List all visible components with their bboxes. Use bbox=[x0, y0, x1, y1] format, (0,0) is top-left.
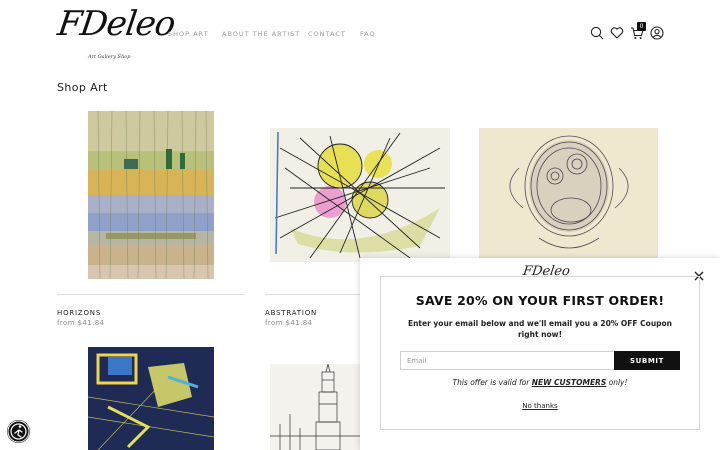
product-price-abstration: from $41.84 bbox=[265, 319, 313, 327]
product-image-horizons[interactable] bbox=[88, 111, 214, 279]
nav-contact[interactable]: CONTACT bbox=[308, 30, 346, 38]
popup-logo: FDeleo bbox=[521, 264, 571, 279]
nav-about-artist[interactable]: ABOUT THE ARTIST bbox=[222, 30, 300, 38]
product-price-horizons: from $41.84 bbox=[57, 319, 105, 327]
offer-prefix: This offer is valid for bbox=[452, 378, 532, 387]
divider bbox=[265, 294, 365, 295]
site-header: FDeleo Art Gallery Shop SHOP ART ABOUT T… bbox=[0, 0, 720, 68]
email-field[interactable] bbox=[400, 351, 615, 370]
product-image-monkey-sketch[interactable] bbox=[479, 128, 658, 262]
discount-popup: FDeleo SAVE 20% ON YOUR FIRST ORDER! Ent… bbox=[360, 258, 720, 450]
divider bbox=[57, 294, 245, 295]
cart-count-badge: 0 bbox=[637, 22, 646, 31]
heart-icon[interactable] bbox=[610, 26, 624, 40]
no-thanks-link[interactable]: No thanks bbox=[360, 402, 720, 410]
site-logo[interactable]: FDeleo Art Gallery Shop bbox=[55, 4, 177, 64]
popup-description: Enter your email below and we'll email y… bbox=[407, 319, 673, 339]
product-image-abstration[interactable] bbox=[270, 128, 450, 262]
nav-faq[interactable]: FAQ bbox=[360, 30, 376, 38]
search-icon[interactable] bbox=[590, 26, 604, 40]
product-name-horizons[interactable]: HORIZONS bbox=[57, 309, 101, 317]
logo-subtitle: Art Gallery Shop bbox=[88, 54, 131, 60]
nav-shop-art[interactable]: SHOP ART bbox=[168, 30, 209, 38]
offer-highlight: NEW CUSTOMERS bbox=[531, 378, 607, 387]
product-image-tower-sketch[interactable] bbox=[270, 364, 360, 450]
page-title: Shop Art bbox=[57, 81, 108, 94]
offer-suffix: only! bbox=[606, 378, 628, 387]
logo-script: FDeleo bbox=[55, 4, 178, 44]
product-name-abstration[interactable]: ABSTRATION bbox=[265, 309, 317, 317]
popup-headline: SAVE 20% ON YOUR FIRST ORDER! bbox=[415, 293, 665, 308]
user-icon[interactable] bbox=[650, 26, 664, 40]
accessibility-icon[interactable] bbox=[7, 420, 30, 443]
offer-note: This offer is valid for NEW CUSTOMERS on… bbox=[360, 378, 720, 387]
submit-button[interactable]: SUBMIT bbox=[614, 351, 680, 370]
product-image-abstract-blue[interactable] bbox=[88, 347, 214, 450]
